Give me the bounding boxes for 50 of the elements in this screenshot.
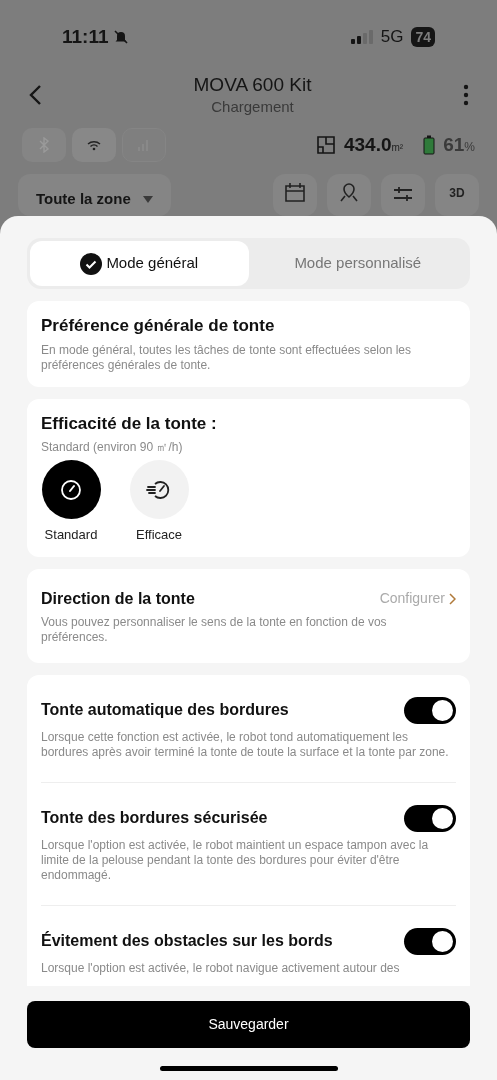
wifi-chip[interactable]	[72, 128, 116, 162]
view-3d-button[interactable]: 3D	[435, 174, 479, 216]
chevron-icon	[449, 592, 456, 605]
option-description: Lorsque l'option est activée, le robot navigue activement autour des	[41, 960, 401, 976]
card-title: Préférence générale de tonte	[41, 315, 276, 337]
bell-off-icon	[112, 29, 129, 45]
floor-plan-icon	[315, 135, 336, 155]
more-icon[interactable]	[463, 84, 469, 106]
schedule-button[interactable]	[273, 174, 317, 216]
area-value: 434.0	[343, 132, 392, 157]
mode-tab[interactable]: Mode personnalisé	[248, 241, 467, 286]
back-icon[interactable]	[28, 84, 42, 106]
option-label: Standard	[44, 526, 98, 544]
device-title: MOVA 600 Kit	[193, 73, 312, 97]
status-time: 11:11	[62, 24, 109, 49]
card-description: Vous pouvez personnaliser le sens de la tonte en fonction de vos préférences.	[41, 614, 388, 645]
card-description: En mode général, toutes les tâches de tonte sont effectuées selon les préférences générales de tonte.	[41, 342, 413, 373]
settings-button[interactable]	[381, 174, 425, 216]
battery-icon	[423, 135, 436, 155]
caret-icon	[142, 195, 153, 203]
option-description: Lorsque cette fonction est activée, le robot tond automatiquement les bordures après avoir terminé la tonte de toute la surface et la tonte par zone.	[41, 729, 450, 760]
card-title: Direction de la tonte	[41, 588, 195, 609]
calendar-icon	[284, 182, 306, 202]
area-unit: m²	[391, 141, 404, 155]
card-title: Efficacité de la tonte :	[41, 412, 218, 435]
option-title: Tonte automatique des bordures	[41, 700, 289, 720]
map-button[interactable]	[327, 174, 371, 216]
toggle-switch[interactable]	[404, 804, 456, 832]
battery-value: 61	[443, 132, 465, 157]
signal-icon	[350, 30, 373, 44]
option-title: Tonte des bordures sécurisée	[41, 808, 268, 828]
zone-dropdown[interactable]: Toute la zone	[18, 174, 171, 216]
toggle-switch[interactable]	[404, 696, 456, 724]
network-label: 5G	[380, 26, 404, 49]
map-pin-icon	[338, 182, 360, 202]
efficiency-subtitle: Standard (environ 90 ㎡/h)	[41, 439, 184, 456]
speed-gauge-icon	[146, 478, 172, 501]
toggle-switch[interactable]	[404, 927, 456, 955]
sliders-icon	[392, 186, 414, 202]
device-status: Chargement	[211, 97, 294, 117]
save-button[interactable]: Sauvegarder	[27, 1001, 470, 1048]
option-description: Lorsque l'option est activée, le robot maintient un espace tampon avec la limite de la pelouse pendant la tonte des bordures pour éviter d'être endommagé.	[41, 837, 430, 883]
option-label: Efficace	[136, 526, 182, 544]
battery-unit: %	[464, 139, 475, 156]
check-icon	[80, 252, 103, 275]
option-title: Évitement des obstacles sur les bords	[41, 930, 333, 951]
gauge-icon	[60, 478, 82, 501]
battery-indicator: 74	[411, 27, 435, 47]
wifi-icon	[86, 139, 102, 151]
mode-tab[interactable]: Mode général	[30, 241, 249, 286]
